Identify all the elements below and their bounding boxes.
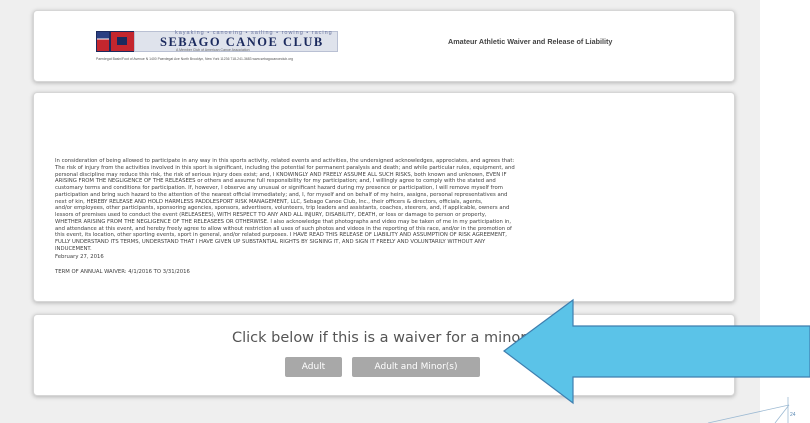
slide-number: 24 bbox=[790, 412, 796, 418]
slide-decoration bbox=[707, 397, 790, 423]
